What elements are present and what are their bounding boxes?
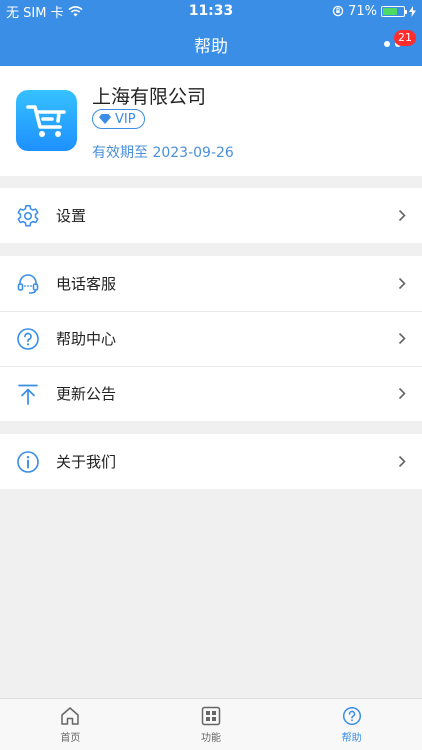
phone-service-row[interactable]: 电话客服 — [0, 256, 422, 311]
updates-label: 更新公告 — [56, 385, 117, 403]
carrier-text: 无 SIM 卡 — [6, 5, 64, 21]
grid-icon — [201, 706, 221, 725]
wifi-icon — [68, 5, 83, 16]
chevron-right-icon — [398, 209, 406, 222]
chevron-right-icon — [398, 455, 406, 468]
help-center-row[interactable]: 帮助中心 — [0, 311, 422, 366]
gear-icon — [17, 204, 39, 227]
help-icon — [342, 706, 361, 725]
status-left: 无 SIM 卡 — [6, 2, 83, 21]
settings-group: 设置 — [0, 188, 422, 243]
tab-features[interactable]: 功能 — [141, 699, 282, 750]
phone-service-label: 电话客服 — [56, 275, 117, 293]
diamond-icon — [99, 114, 111, 124]
battery-percent: 71% — [348, 3, 377, 19]
app-logo — [16, 90, 77, 151]
tab-help-label: 帮助 — [341, 732, 362, 744]
status-bar: 无 SIM 卡 11:33 71% — [0, 0, 422, 22]
more-button[interactable]: 21 — [372, 26, 416, 62]
expiry-date: 有效期至 2023-09-26 — [92, 145, 234, 161]
chevron-right-icon — [398, 277, 406, 290]
chevron-right-icon — [398, 332, 406, 345]
page-title: 帮助 — [194, 36, 228, 57]
more-dot-icon — [383, 41, 390, 47]
updates-row[interactable]: 更新公告 — [0, 366, 422, 421]
settings-label: 设置 — [56, 207, 87, 225]
about-group: 关于我们 — [0, 434, 422, 489]
profile-card: 上海有限公司 VIP 有效期至 2023-09-26 — [0, 66, 422, 176]
tab-bar: 首页 功能 帮助 — [0, 698, 422, 750]
battery-level — [383, 7, 398, 15]
support-group: 电话客服 帮助中心 更新公告 — [0, 256, 422, 421]
help-center-label: 帮助中心 — [56, 330, 117, 348]
about-row[interactable]: 关于我们 — [0, 434, 422, 489]
company-name: 上海有限公司 — [92, 86, 207, 108]
headset-icon — [17, 273, 39, 294]
nav-bar: 帮助 21 — [0, 22, 422, 66]
home-icon — [61, 706, 80, 725]
vip-badge: VIP — [92, 109, 145, 129]
tab-help[interactable]: 帮助 — [281, 699, 422, 750]
tab-features-label: 功能 — [201, 732, 221, 744]
info-icon — [17, 450, 39, 473]
shopping-cart-icon — [25, 104, 66, 137]
charging-icon — [409, 5, 416, 17]
upload-arrow-icon — [18, 384, 38, 405]
notification-badge: 21 — [394, 30, 416, 46]
tab-home[interactable]: 首页 — [0, 699, 141, 750]
status-right: 71% — [332, 4, 416, 19]
question-circle-icon — [17, 327, 39, 350]
tab-home-label: 首页 — [60, 732, 81, 744]
settings-row[interactable]: 设置 — [0, 188, 422, 243]
vip-label: VIP — [115, 111, 136, 127]
about-label: 关于我们 — [56, 453, 117, 471]
chevron-right-icon — [398, 387, 406, 400]
battery-icon — [381, 5, 407, 17]
orientation-lock-icon — [332, 5, 344, 17]
